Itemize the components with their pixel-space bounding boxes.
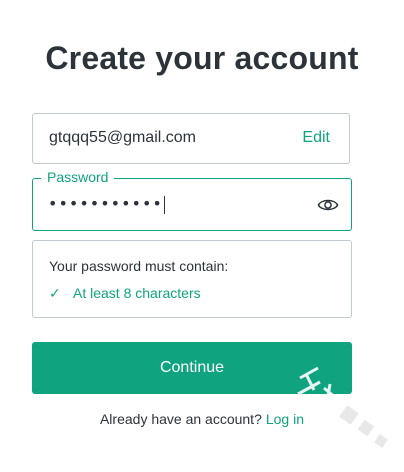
password-label: Password: [41, 169, 115, 185]
requirement-text: At least 8 characters: [73, 285, 201, 301]
email-field[interactable]: gtqqq55@gmail.com Edit: [32, 113, 350, 164]
requirement-item: ✓ At least 8 characters: [49, 285, 201, 302]
page-title: Create your account: [45, 40, 359, 76]
watermark-logo: [297, 366, 388, 448]
edit-email-link[interactable]: Edit: [302, 129, 330, 147]
requirements-title: Your password must contain:: [49, 258, 229, 274]
text-caret: [163, 195, 165, 214]
check-icon: ✓: [49, 285, 61, 301]
password-requirements: Your password must contain: ✓ At least 8 …: [32, 240, 352, 318]
password-field[interactable]: Password •••••••••••: [32, 169, 352, 231]
eye-icon[interactable]: [317, 195, 339, 215]
email-value: gtqqq55@gmail.com: [49, 129, 196, 146]
password-value[interactable]: •••••••••••: [48, 194, 165, 214]
footer-text: Already have an account?: [99, 411, 262, 427]
